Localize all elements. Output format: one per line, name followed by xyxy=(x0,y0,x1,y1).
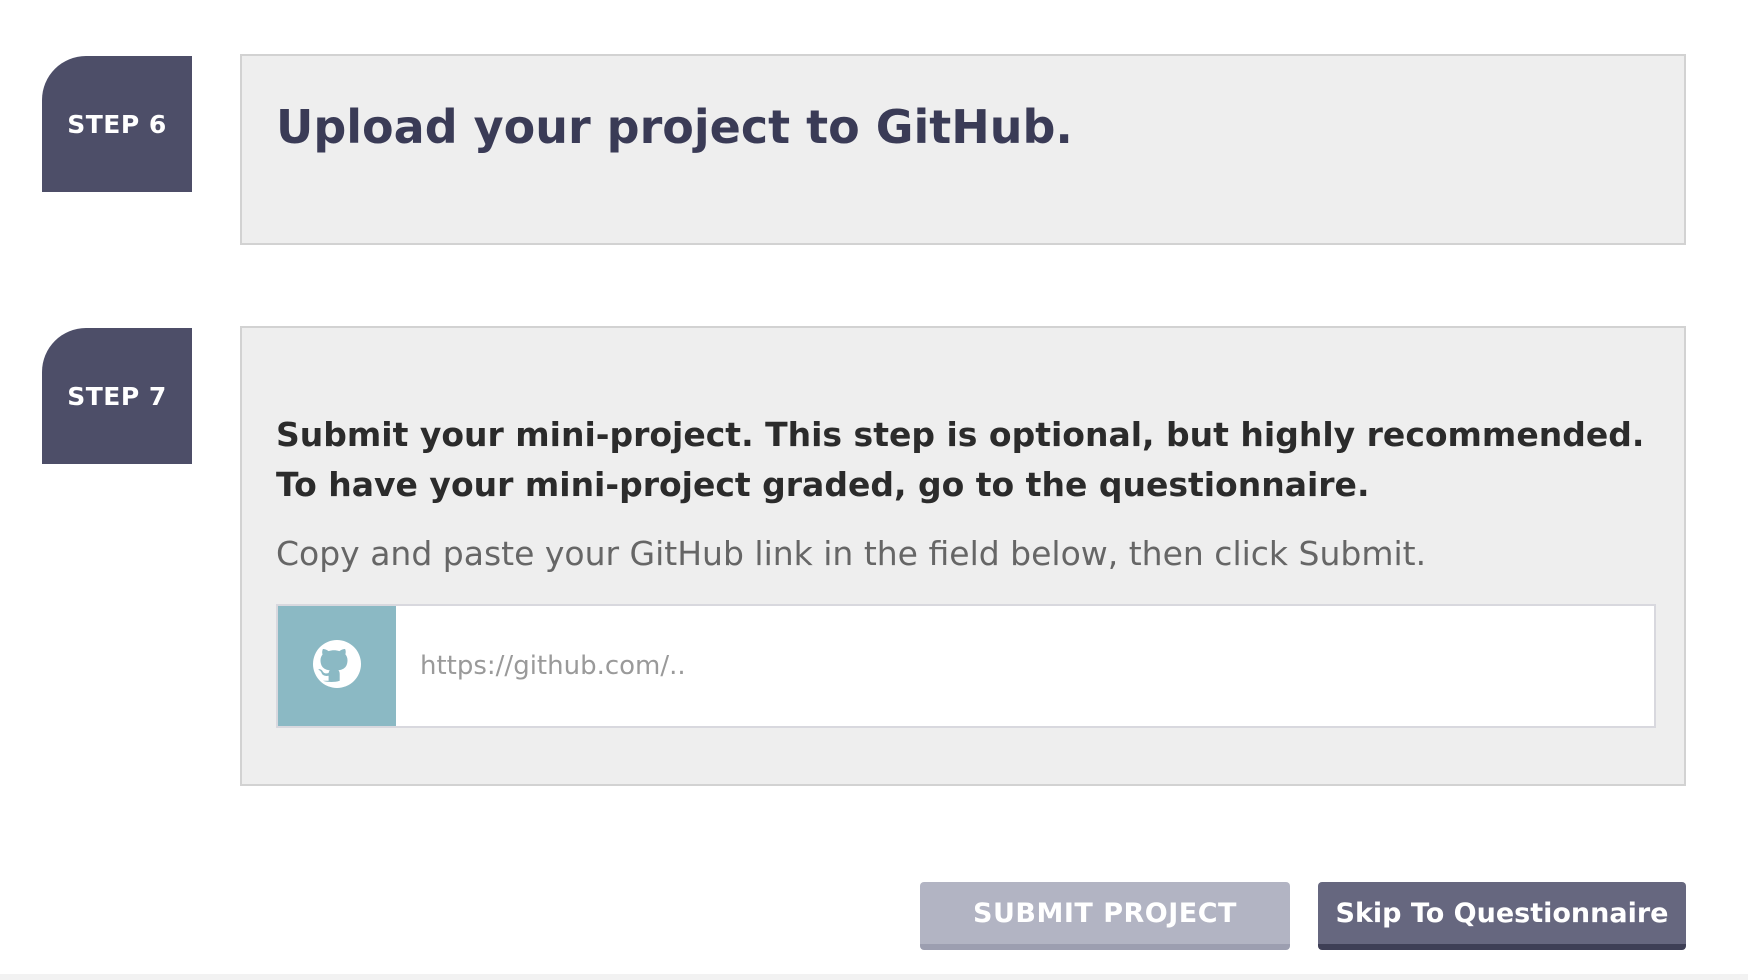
step-7-card: Submit your mini-project. This step is o… xyxy=(240,326,1686,786)
github-icon xyxy=(313,640,361,692)
submit-project-button[interactable]: SUBMIT PROJECT xyxy=(920,882,1290,950)
step-7-badge: STEP 7 xyxy=(42,328,192,464)
step-7-title: Submit your mini-project. This step is o… xyxy=(276,415,1645,504)
github-icon-addon xyxy=(278,606,396,726)
step-6-card: Upload your project to GitHub. xyxy=(240,54,1686,245)
github-url-input[interactable] xyxy=(396,606,1654,726)
skip-to-questionnaire-button[interactable]: Skip To Questionnaire xyxy=(1318,882,1686,950)
github-url-field xyxy=(276,604,1656,728)
step-6-title: Upload your project to GitHub. xyxy=(276,100,1073,154)
step-6-badge: STEP 6 xyxy=(42,56,192,192)
bottom-divider xyxy=(0,974,1748,980)
step-7-instructions: Copy and paste your GitHub link in the f… xyxy=(276,534,1427,573)
